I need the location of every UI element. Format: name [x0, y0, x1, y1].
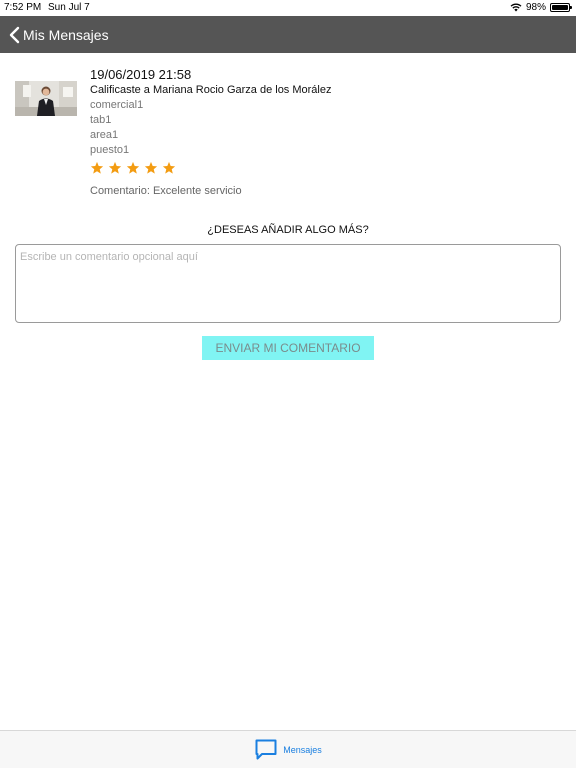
tab-bar: Mensajes [0, 730, 576, 768]
star-icon [162, 161, 176, 174]
message-title: Calificaste a Mariana Rocio Garza de los… [90, 84, 332, 96]
message-body: 19/06/2019 21:58 Calificaste a Mariana R… [90, 66, 550, 197]
star-icon [126, 161, 140, 174]
navigation-bar: Mis Mensajes [0, 16, 576, 53]
comment-input[interactable] [15, 244, 561, 323]
back-button[interactable]: Mis Mensajes [0, 26, 109, 44]
status-indicators: 98% [510, 2, 572, 13]
back-label: Mis Mensajes [23, 26, 109, 43]
battery-fill [552, 5, 568, 10]
add-more-question: ¿DESEAS AÑADIR ALGO MÁS? [207, 224, 369, 236]
avatar [15, 81, 77, 116]
tab-mensajes[interactable]: Mensajes [254, 738, 322, 761]
chevron-left-icon [9, 26, 20, 43]
star-icon [90, 161, 104, 174]
status-bar: 7:52 PM Sun Jul 7 98% [0, 0, 576, 16]
message-tab: tab1 [90, 114, 112, 126]
battery-icon [550, 3, 572, 12]
star-icon [144, 161, 158, 174]
rating-stars [90, 161, 550, 178]
message-area: area1 [90, 129, 119, 141]
battery-percent: 98% [525, 2, 546, 13]
message-puesto: puesto1 [90, 144, 130, 156]
send-comment-button[interactable]: ENVIAR MI COMENTARIO [202, 336, 374, 360]
status-time: 7:52 PM [4, 2, 42, 13]
status-date: Sun Jul 7 [48, 2, 90, 13]
chat-bubble-icon [255, 739, 277, 760]
message-date: 19/06/2019 21:58 [90, 67, 192, 82]
star-icon [108, 161, 122, 174]
message-comercial: comercial1 [90, 99, 144, 111]
message-comment: Comentario: Excelente servicio [90, 185, 242, 197]
wifi-icon [510, 3, 522, 12]
tab-label: Mensajes [283, 744, 322, 755]
avatar-photo [15, 81, 77, 116]
